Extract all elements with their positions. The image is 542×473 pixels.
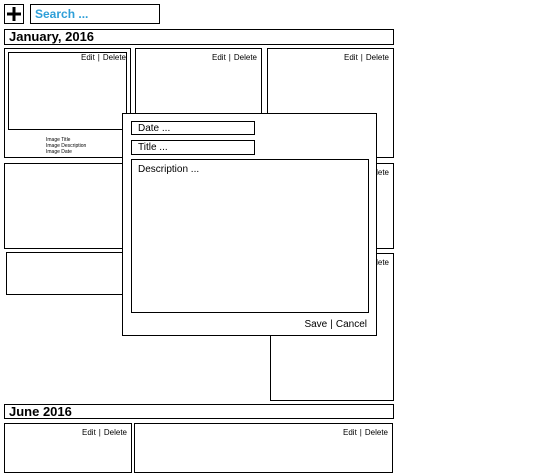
action-separator: | <box>228 53 231 62</box>
image-card[interactable]: Edit|Delete <box>135 48 262 118</box>
dialog-actions: Save | Cancel <box>304 319 367 330</box>
edit-link[interactable]: Edit <box>212 53 226 62</box>
card-actions: Edit|Delete <box>344 53 389 62</box>
card-actions: Edit|Delete <box>82 428 127 437</box>
action-separator: | <box>98 428 101 437</box>
card-actions: Edit|Delete <box>212 53 257 62</box>
delete-link[interactable]: Delete <box>366 53 389 62</box>
edit-link[interactable]: Edit <box>82 428 96 437</box>
edit-dialog: Date ... Title ... Description ... Save |… <box>122 113 377 336</box>
save-button[interactable]: Save <box>304 319 327 330</box>
card-actions: Edit|Delete <box>81 53 126 62</box>
image-placeholder <box>8 52 127 130</box>
cancel-button[interactable]: Cancel <box>336 319 367 330</box>
image-card[interactable]: Edit | Delete Image Title Image Descriptio… <box>4 48 131 158</box>
action-separator: | <box>359 428 362 437</box>
edit-link[interactable]: Edit <box>343 428 357 437</box>
title-input[interactable]: Title ... <box>131 140 255 155</box>
description-textarea[interactable]: Description ... <box>131 159 369 313</box>
action-separator: | <box>97 53 100 62</box>
section-header-june-2016: June 2016 <box>4 404 394 419</box>
dialog-action-separator: | <box>330 319 333 330</box>
edit-link[interactable]: Edit <box>81 53 95 62</box>
image-card[interactable]: Edit|Delete <box>134 423 393 473</box>
section-header-january-2016: January, 2016 <box>4 29 394 45</box>
image-card[interactable]: Edit|Delete <box>4 423 132 473</box>
plus-icon <box>7 7 21 21</box>
image-date-text: Image Date <box>46 149 72 155</box>
date-input[interactable]: Date ... <box>131 121 255 135</box>
action-separator: | <box>360 53 363 62</box>
delete-link[interactable]: Delete <box>104 428 127 437</box>
image-card[interactable] <box>4 163 128 249</box>
image-meta: Image Title Image Description Image Date <box>46 137 86 155</box>
delete-link[interactable]: Delete <box>365 428 388 437</box>
search-input[interactable] <box>30 4 160 24</box>
edit-link[interactable]: Edit <box>344 53 358 62</box>
delete-link[interactable]: Delete <box>103 53 126 62</box>
image-card[interactable] <box>6 252 128 295</box>
add-button[interactable] <box>4 4 24 24</box>
card-actions: Edit|Delete <box>343 428 388 437</box>
delete-link[interactable]: Delete <box>234 53 257 62</box>
